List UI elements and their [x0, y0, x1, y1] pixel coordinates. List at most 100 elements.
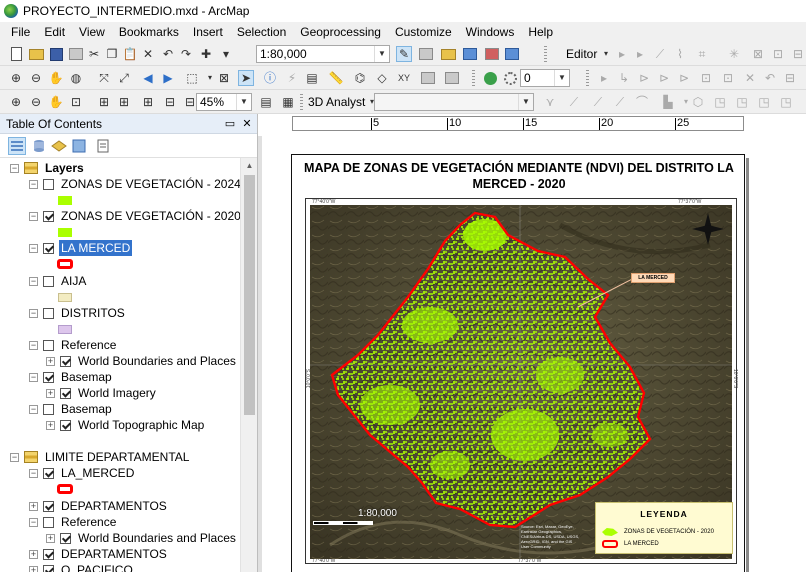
arcscene-icon[interactable]: ◳ — [712, 94, 728, 110]
collapse-icon[interactable]: − — [29, 308, 38, 318]
delete-icon[interactable]: ✕ — [140, 46, 156, 62]
layer-properties-icon[interactable] — [502, 70, 518, 86]
interpolate-line-icon[interactable]: ⌒ — [634, 94, 650, 110]
toc-layer-basemap-imagery[interactable]: − Basemap — [29, 369, 114, 385]
chevron-down-icon[interactable]: ▼ — [236, 94, 251, 110]
menu-insert[interactable]: Insert — [186, 22, 230, 42]
layout-pan-icon[interactable]: ✋ — [48, 94, 64, 110]
toc-vertical-scrollbar[interactable]: ▲ — [240, 158, 257, 572]
la-merced-callout[interactable]: LA MERCED — [631, 273, 675, 283]
edit-annotation-icon[interactable]: ▸ — [632, 46, 648, 62]
3d-analyst-menu[interactable]: 3D Analyst — [308, 94, 365, 110]
menu-bookmarks[interactable]: Bookmarks — [112, 22, 186, 42]
georef-more-icon[interactable]: ⊟ — [782, 70, 798, 86]
rotate-icon[interactable]: ⊟ — [790, 46, 806, 62]
straight-segment-icon[interactable]: ⟋ — [652, 46, 668, 62]
layout-page[interactable]: MAPA DE ZONAS DE VEGETACIÓN MEDIANTE (ND… — [291, 154, 745, 572]
menu-customize[interactable]: Customize — [388, 22, 459, 42]
toc-layer-basemap-topo[interactable]: − Basemap — [29, 401, 114, 417]
collapse-icon[interactable]: − — [10, 452, 19, 462]
toc-layer-reference[interactable]: − Reference — [29, 337, 118, 353]
toc-layer-distritos[interactable]: − DISTRITOS — [29, 305, 127, 321]
open-folder-icon[interactable] — [28, 46, 44, 62]
layer-visibility-checkbox[interactable] — [43, 339, 54, 351]
menu-geoprocessing[interactable]: Geoprocessing — [293, 22, 388, 42]
zoom-previous-layout-icon[interactable]: ⊟ — [162, 94, 178, 110]
table-of-contents-icon[interactable] — [418, 46, 434, 62]
collapse-icon[interactable]: − — [29, 340, 38, 350]
layer-visibility-checkbox[interactable] — [60, 532, 71, 544]
interpolate-polygon-icon[interactable]: ⬡ — [690, 94, 706, 110]
collapse-icon[interactable]: − — [29, 468, 38, 478]
expand-icon[interactable]: + — [46, 533, 55, 543]
trace-icon[interactable]: ⌇ — [672, 46, 688, 62]
vertex-icon[interactable]: ⌗ — [694, 46, 710, 62]
toc-layer-zonas-2020[interactable]: − ZONAS DE VEGETACIÓN - 2020 — [29, 208, 240, 224]
menu-edit[interactable]: Edit — [37, 22, 72, 42]
chevron-down-icon[interactable]: ▾ — [598, 46, 614, 62]
3d-more-icon[interactable]: ◳ — [756, 94, 772, 110]
html-popup-icon[interactable]: ▤ — [304, 70, 320, 86]
expand-icon[interactable]: + — [29, 549, 38, 559]
toc-group-layers[interactable]: − Layers — [10, 160, 86, 176]
measure-icon[interactable]: 📏 — [328, 70, 344, 86]
hyperlink-icon[interactable]: ⚡ — [284, 70, 300, 86]
arctoolbox-icon[interactable] — [484, 46, 500, 62]
expand-icon[interactable]: + — [46, 420, 55, 430]
cut-icon[interactable]: ✂ — [86, 46, 102, 62]
georef-rotate-icon[interactable]: ↳ — [616, 70, 632, 86]
forward-arrow-icon[interactable]: ▶ — [160, 70, 176, 86]
layout-zoom-combo[interactable]: 45% ▼ — [196, 93, 252, 111]
layer-visibility-checkbox[interactable] — [43, 307, 54, 319]
toc-layer-o-pacifico[interactable]: + O_PACIFICO — [29, 562, 135, 572]
list-by-visibility-icon[interactable] — [50, 137, 68, 155]
map-legend[interactable]: LEYENDA ZONAS DE VEGETACIÓN - 2020 LA ME… — [595, 502, 733, 554]
add-data-icon[interactable]: ✚ — [198, 46, 214, 62]
toolbar-grip[interactable] — [300, 94, 303, 110]
expand-icon[interactable]: + — [46, 356, 55, 366]
toc-layer-world-boundaries-2[interactable]: + World Boundaries and Places — [46, 530, 238, 546]
chevron-down-icon[interactable]: ▼ — [554, 70, 569, 86]
contour-icon[interactable]: ⋎ — [542, 94, 558, 110]
clear-selection-icon[interactable]: ⊠ — [216, 70, 232, 86]
layer-visibility-checkbox[interactable] — [60, 355, 71, 367]
redo-icon[interactable]: ↷ — [178, 46, 194, 62]
toc-layer-departamentos-2[interactable]: + DEPARTAMENTOS — [29, 546, 169, 562]
collapse-icon[interactable]: − — [29, 243, 38, 253]
georef-scale-icon[interactable]: ⊳ — [636, 70, 652, 86]
toolbar-grip[interactable] — [544, 46, 547, 62]
find-binoculars-icon[interactable]: ⌬ — [352, 70, 368, 86]
back-arrow-icon[interactable]: ◀ — [140, 70, 156, 86]
new-document-icon[interactable] — [8, 46, 24, 62]
expand-icon[interactable]: + — [29, 565, 38, 572]
collapse-icon[interactable]: − — [29, 404, 38, 414]
pan-hand-icon[interactable]: ✋ — [48, 70, 64, 86]
menu-help[interactable]: Help — [521, 22, 560, 42]
toc-group-limite-departamental[interactable]: − LIMITE DEPARTAMENTAL — [10, 449, 191, 465]
zoom-out-icon[interactable]: ⊖ — [28, 70, 44, 86]
toc-layer-departamentos[interactable]: + DEPARTAMENTOS — [29, 498, 169, 514]
toc-layer-world-topographic[interactable]: + World Topographic Map — [46, 417, 206, 433]
arcglobe-icon[interactable]: ◳ — [734, 94, 750, 110]
list-by-drawing-order-icon[interactable] — [8, 137, 26, 155]
save-icon[interactable] — [48, 46, 64, 62]
georef-table-icon[interactable]: ⊡ — [698, 70, 714, 86]
fixed-zoom-out-layout-icon[interactable]: ⊞ — [116, 94, 132, 110]
layer-visibility-checkbox[interactable] — [43, 516, 54, 528]
identify-icon[interactable]: ⓘ — [262, 70, 278, 86]
layer-visibility-checkbox[interactable] — [43, 210, 54, 222]
select-elements-pointer-icon[interactable]: ➤ — [238, 70, 254, 86]
reshape-icon[interactable]: ⊠ — [750, 46, 766, 62]
expand-icon[interactable]: + — [29, 501, 38, 511]
layer-visibility-checkbox[interactable] — [60, 419, 71, 431]
profile-graph-icon[interactable]: ▙ — [660, 94, 676, 110]
undo-icon[interactable]: ↶ — [160, 46, 176, 62]
zoom-in-icon[interactable]: ⊕ — [8, 70, 24, 86]
python-window-icon[interactable] — [504, 46, 520, 62]
menu-windows[interactable]: Windows — [459, 22, 522, 42]
toc-layer-la-merced-2[interactable]: − LA_MERCED — [29, 465, 136, 481]
georef-move-icon[interactable]: ▸ — [596, 70, 612, 86]
open-time-slider-icon[interactable] — [420, 70, 436, 86]
layer-visibility-checkbox[interactable] — [60, 387, 71, 399]
toc-layer-reference-2[interactable]: − Reference — [29, 514, 118, 530]
